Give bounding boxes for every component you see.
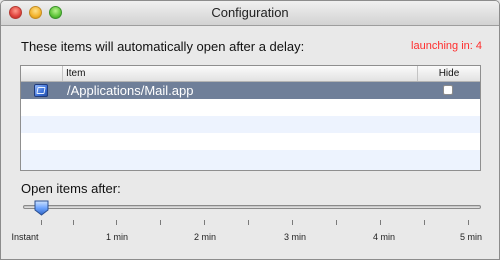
tick-label-3-min: 3 min bbox=[283, 232, 307, 242]
slider-tick bbox=[336, 220, 337, 225]
items-table[interactable]: Item Hide /Applications/Mail.app bbox=[20, 65, 481, 171]
slider-tick bbox=[41, 220, 42, 225]
tick-label-1-min: 1 min bbox=[105, 232, 129, 242]
item-path: /Applications/Mail.app bbox=[67, 83, 194, 98]
tick-label-4-min: 4 min bbox=[372, 232, 396, 242]
intro-text: These items will automatically open afte… bbox=[21, 39, 305, 54]
tick-label-instant: Instant bbox=[11, 232, 39, 242]
slider-tick bbox=[380, 220, 381, 225]
slider-tick bbox=[424, 220, 425, 225]
window-title: Configuration bbox=[211, 5, 289, 20]
slider-tick bbox=[248, 220, 249, 225]
delay-slider-track[interactable] bbox=[23, 205, 481, 209]
hide-checkbox[interactable] bbox=[443, 85, 453, 95]
table-row[interactable]: /Applications/Mail.app bbox=[21, 82, 480, 99]
slider-tick bbox=[468, 220, 469, 225]
delay-slider-thumb[interactable] bbox=[34, 200, 49, 216]
slider-tick bbox=[160, 220, 161, 225]
slider-tick bbox=[204, 220, 205, 225]
table-header: Item Hide bbox=[21, 66, 480, 82]
tick-label-2-min: 2 min bbox=[193, 232, 217, 242]
column-header-hide[interactable]: Hide bbox=[418, 66, 480, 81]
column-header-item[interactable]: Item bbox=[63, 66, 418, 81]
title-bar[interactable]: Configuration bbox=[1, 1, 499, 26]
configuration-window: Configuration These items will automatic… bbox=[0, 0, 500, 260]
empty-row bbox=[21, 116, 480, 133]
slider-tick bbox=[116, 220, 117, 225]
empty-row bbox=[21, 150, 480, 170]
slider-tick bbox=[73, 220, 74, 225]
mail-app-icon bbox=[34, 84, 48, 97]
slider-tick bbox=[292, 220, 293, 225]
empty-row bbox=[21, 133, 480, 150]
launching-countdown: launching in: 4 bbox=[411, 40, 482, 52]
tick-label-5-min: 5 min bbox=[459, 232, 483, 242]
empty-row bbox=[21, 99, 480, 116]
slider-thumb-icon bbox=[34, 200, 49, 216]
column-header-icon[interactable] bbox=[21, 66, 63, 81]
open-items-after-label: Open items after: bbox=[21, 181, 121, 196]
